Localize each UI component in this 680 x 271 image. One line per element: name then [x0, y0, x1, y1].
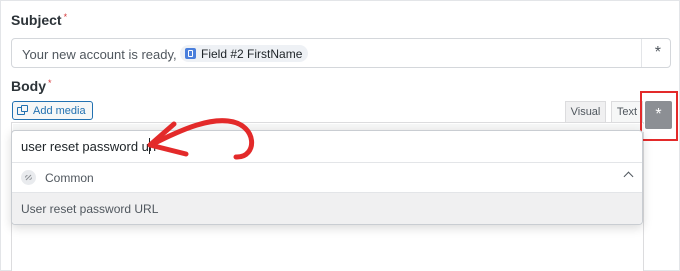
- link-off-icon: [21, 170, 36, 185]
- subject-insert-smart-tag-button[interactable]: *: [655, 44, 661, 62]
- option-label: User reset password URL: [21, 202, 159, 216]
- smart-tag-dropdown: Common User reset password URL: [11, 130, 643, 225]
- required-mark: *: [48, 78, 52, 88]
- body-label: Body *: [11, 78, 52, 94]
- media-icon: [17, 105, 28, 116]
- field-chip[interactable]: Field #2 FirstName: [180, 45, 309, 62]
- tab-visual[interactable]: Visual: [565, 101, 606, 122]
- subject-label: Subject *: [11, 12, 68, 28]
- required-mark: *: [63, 12, 68, 22]
- text-caret: [149, 138, 150, 154]
- subject-field[interactable]: Your new account is ready, Field #2 Firs…: [11, 38, 671, 68]
- subject-text: Your new account is ready,: [22, 47, 177, 62]
- group-header-common[interactable]: Common: [12, 162, 642, 193]
- highlight-annotation: [640, 91, 678, 141]
- tab-text[interactable]: Text: [611, 101, 643, 122]
- field-chip-label: Field #2 FirstName: [201, 46, 303, 61]
- smart-tag-search-input[interactable]: [12, 131, 642, 161]
- chevron-up-icon[interactable]: [623, 171, 634, 182]
- form-field-icon: [185, 48, 196, 59]
- add-media-button[interactable]: Add media: [12, 101, 93, 120]
- option-user-reset-password-url[interactable]: User reset password URL: [12, 193, 642, 224]
- add-media-label: Add media: [33, 104, 86, 117]
- divider: [641, 39, 642, 67]
- group-label: Common: [45, 171, 94, 185]
